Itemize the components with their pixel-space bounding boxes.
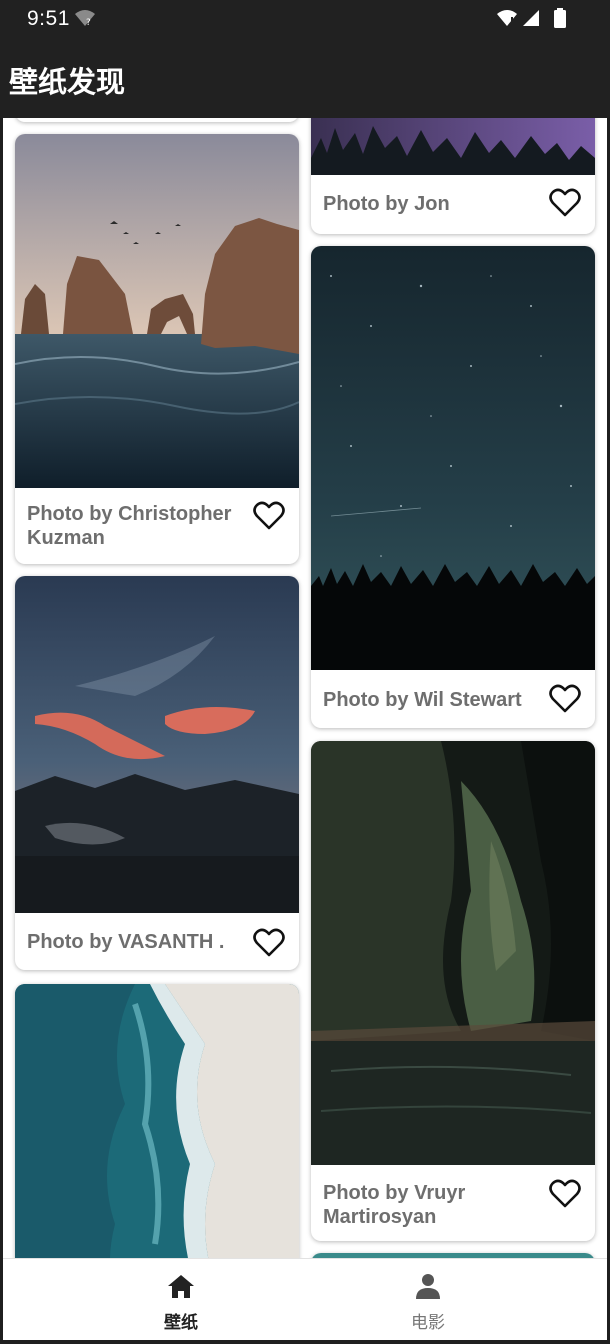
heart-icon[interactable] xyxy=(253,928,285,958)
wallpaper-image[interactable] xyxy=(311,118,595,175)
page-title: 壁纸发现 xyxy=(9,65,126,99)
photo-credit: Photo by Christopher Kuzman xyxy=(27,503,232,549)
wallpaper-card[interactable]: Photo by Vruyr Martirosyan xyxy=(311,741,595,1241)
nav-label: 壁纸 xyxy=(164,1313,198,1333)
nav-item-movies[interactable]: 电影 xyxy=(388,1273,468,1333)
wallpaper-image[interactable] xyxy=(311,741,595,1165)
photo-credit: Photo by Vruyr Martirosyan xyxy=(323,1182,466,1228)
wallpaper-image[interactable] xyxy=(15,576,299,913)
wifi-question-icon: ? xyxy=(74,9,96,32)
wallpaper-card[interactable]: Photo by Wil Stewart xyxy=(311,246,595,728)
screen-edge xyxy=(0,1340,610,1344)
nav-label: 电影 xyxy=(411,1313,445,1333)
svg-text:?: ? xyxy=(86,18,91,27)
app-bar: 壁纸发现 xyxy=(0,36,610,118)
person-icon xyxy=(416,1274,440,1299)
nav-item-wallpaper[interactable]: 壁纸 xyxy=(141,1273,221,1333)
wallpaper-image[interactable] xyxy=(15,134,299,488)
bottom-navigation: 壁纸 电影 xyxy=(3,1258,607,1340)
wallpaper-image[interactable] xyxy=(15,984,299,1258)
wallpaper-card[interactable]: Photo by VASANTH . xyxy=(15,576,299,970)
wallpaper-card[interactable]: Photo by Christopher Kuzman xyxy=(15,134,299,564)
wifi-icon xyxy=(496,9,518,32)
status-icons xyxy=(496,8,566,33)
heart-icon[interactable] xyxy=(549,188,581,218)
heart-icon[interactable] xyxy=(549,684,581,714)
wallpaper-card[interactable]: Photo by Jon xyxy=(311,118,595,234)
wallpaper-card[interactable] xyxy=(15,984,299,1258)
wallpaper-card-partial-top[interactable] xyxy=(15,118,299,122)
heart-icon[interactable] xyxy=(549,1179,581,1209)
status-bar: 9:51 ? xyxy=(0,0,610,36)
photo-credit: Photo by Jon xyxy=(323,193,450,215)
battery-icon xyxy=(554,8,566,33)
photo-credit: Photo by VASANTH . xyxy=(27,931,225,953)
home-icon xyxy=(168,1275,194,1298)
signal-icon xyxy=(522,9,540,32)
wallpaper-grid[interactable]: Photo by Jon Photo by Christopher Kuzman xyxy=(3,118,607,1258)
status-time: 9:51 xyxy=(27,7,70,30)
wallpaper-image[interactable] xyxy=(311,246,595,670)
heart-icon[interactable] xyxy=(253,501,285,531)
photo-credit: Photo by Wil Stewart xyxy=(323,689,522,711)
